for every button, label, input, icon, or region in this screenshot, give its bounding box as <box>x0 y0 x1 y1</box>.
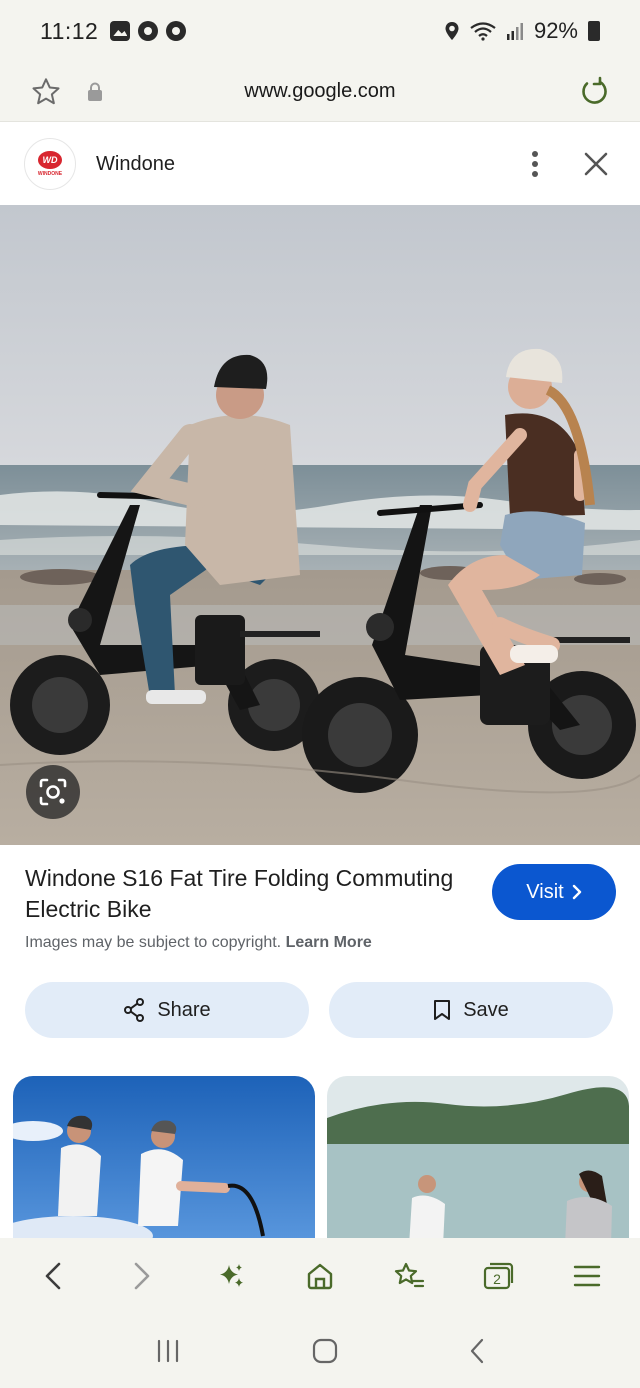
visit-label: Visit <box>526 880 564 903</box>
ai-sparkle-button[interactable] <box>201 1246 261 1306</box>
system-nav-bar <box>0 1314 640 1388</box>
share-button[interactable]: Share <box>25 982 309 1038</box>
site-logo[interactable]: WD WINDONE <box>24 138 76 190</box>
gallery-icon <box>110 21 131 41</box>
related-image-picture <box>13 1076 315 1256</box>
recent-apps-icon[interactable] <box>155 1339 181 1363</box>
google-lens-button[interactable] <box>26 765 80 819</box>
result-title[interactable]: Windone S16 Fat Tire Folding Commuting E… <box>25 863 455 925</box>
sparkle-icon <box>219 1264 243 1287</box>
battery-level: 92% <box>533 18 578 43</box>
status-time: 11:12 <box>40 17 99 44</box>
related-image-picture <box>327 1076 629 1256</box>
more-options-icon[interactable] <box>530 150 540 178</box>
related-image[interactable] <box>13 1076 315 1256</box>
home-nav-icon[interactable] <box>312 1338 338 1364</box>
back-nav-icon[interactable] <box>469 1338 485 1364</box>
logo-word: WINDONE <box>37 171 63 177</box>
forward-button[interactable] <box>112 1246 172 1306</box>
screen: 11:12 92% www.google.com WD WINDONE Wind… <box>0 0 640 1388</box>
share-label: Share <box>157 998 211 1021</box>
notification-circle-icon <box>138 21 159 41</box>
hamburger-menu-icon <box>574 1265 601 1287</box>
signal-icon <box>506 23 523 40</box>
menu-button[interactable] <box>557 1246 617 1306</box>
notification-circle-icon <box>166 21 187 41</box>
main-image[interactable] <box>0 205 640 845</box>
copyright-text: Images may be subject to copyright. <box>25 934 282 951</box>
site-name[interactable]: Windone <box>96 153 175 176</box>
share-icon <box>124 998 145 1022</box>
save-button[interactable]: Save <box>329 982 613 1038</box>
close-icon[interactable] <box>584 152 608 176</box>
status-bar: 11:12 92% <box>0 0 640 62</box>
related-image[interactable] <box>327 1076 629 1256</box>
chevron-right-icon <box>134 1262 150 1290</box>
main-image-picture <box>0 205 640 845</box>
status-right: 92% <box>444 18 600 44</box>
battery-icon <box>588 21 600 41</box>
star-bookmark-icon[interactable] <box>30 76 62 108</box>
visit-button[interactable]: Visit <box>492 864 616 920</box>
copyright-notice: Images may be subject to copyright. Lear… <box>25 934 372 952</box>
home-button[interactable] <box>290 1246 350 1306</box>
tabs-button[interactable]: 2 <box>468 1246 528 1306</box>
save-label: Save <box>463 998 509 1021</box>
bottom-toolbar: 2 <box>0 1238 640 1314</box>
chevron-right-icon <box>572 884 581 900</box>
tabs-icon: 2 <box>484 1262 514 1290</box>
bookmarks-button[interactable] <box>379 1246 439 1306</box>
refresh-icon[interactable] <box>578 76 610 108</box>
star-list-icon <box>395 1262 425 1288</box>
lock-icon <box>88 82 102 101</box>
wifi-icon <box>470 22 496 41</box>
back-button[interactable] <box>23 1246 83 1306</box>
header-actions <box>530 150 608 178</box>
lens-icon <box>39 778 67 806</box>
sheet-header: WD WINDONE Windone <box>0 123 640 205</box>
url-bar: www.google.com <box>0 62 640 122</box>
logo-mark: WD <box>38 151 62 169</box>
notification-icons <box>110 21 187 41</box>
bookmark-icon <box>434 1000 451 1020</box>
tab-count: 2 <box>493 1271 501 1287</box>
location-icon <box>445 22 459 40</box>
learn-more-link[interactable]: Learn More <box>286 934 372 951</box>
home-icon <box>307 1263 333 1290</box>
chevron-left-icon <box>45 1262 60 1290</box>
